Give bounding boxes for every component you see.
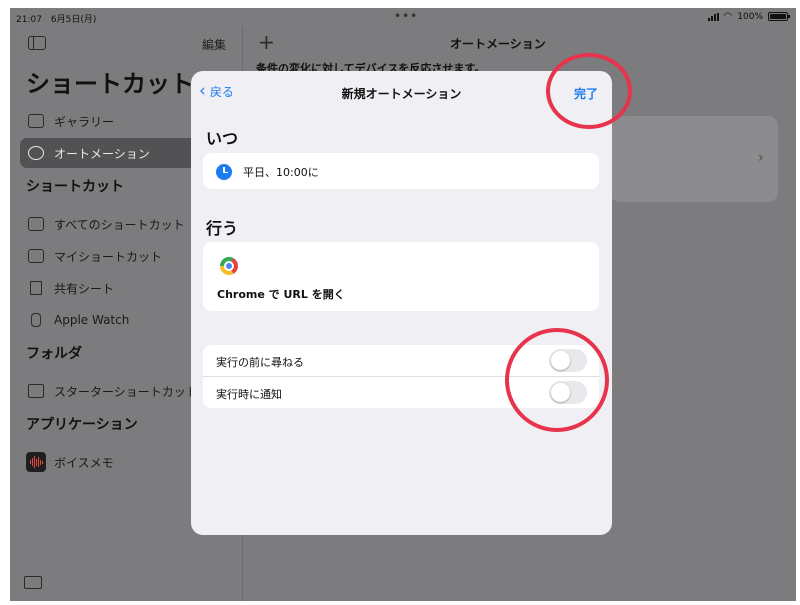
folder-icon — [28, 384, 44, 398]
wifi-icon: ◠ — [723, 11, 733, 22]
sidebar-title: ショートカット — [26, 70, 194, 98]
sidebar-item-label: Apple Watch — [54, 313, 130, 327]
action-label: Chrome で URL を開く — [217, 288, 345, 301]
status-time: 21:07 6月5日(月) — [16, 15, 97, 25]
battery-icon — [768, 12, 790, 21]
battery-percent: 100% — [737, 11, 763, 22]
chrome-icon — [220, 257, 238, 275]
person-stack-icon — [28, 249, 44, 263]
automation-card[interactable] — [610, 116, 778, 202]
sidebar-item-label: ボイスメモ — [54, 455, 114, 470]
ipad-screen: 21:07 6月5日(月) ••• ◠ 100% 編集 ショートカット ギャラリ… — [10, 8, 796, 601]
sidebar-item-label: スターターショートカット — [54, 384, 198, 399]
cellular-signal-icon — [707, 12, 719, 21]
status-bar: 21:07 6月5日(月) ••• ◠ 100% — [10, 8, 796, 26]
trigger-card[interactable]: 平日、10:00に — [203, 153, 599, 189]
sheet-title: 新規オートメーション — [341, 87, 462, 101]
voice-memos-app-icon — [26, 452, 46, 472]
sidebar-item-label: ギャラリー — [54, 114, 115, 129]
watch-icon — [31, 313, 41, 327]
new-automation-sheet: ‹ 戻る 新規オートメーション 完了 いつ 平日、10:00に 行う Chrom… — [191, 71, 612, 535]
done-button[interactable]: 完了 — [574, 85, 598, 102]
notify-when-run-row: 実行時に通知 — [203, 377, 599, 408]
main-title: オートメーション — [450, 37, 546, 51]
ask-before-running-toggle[interactable] — [549, 349, 587, 372]
sidebar-item-label: 共有シート — [54, 281, 115, 296]
stack-icon — [28, 217, 44, 231]
section-shortcuts-heading: ショートカット — [26, 179, 124, 195]
notify-when-run-label: 実行時に通知 — [216, 388, 282, 401]
notify-when-run-toggle[interactable] — [549, 381, 587, 404]
ask-before-running-label: 実行の前に尋ねる — [216, 356, 304, 369]
edit-button[interactable]: 編集 — [202, 36, 226, 53]
action-card[interactable]: Chrome で URL を開く — [203, 242, 599, 311]
sidebar-item-label: すべてのショートカット — [54, 217, 185, 232]
section-folders-heading: フォルダ — [26, 346, 82, 362]
section-apps-heading: アプリケーション — [26, 417, 138, 433]
trigger-value: 平日、10:00に — [243, 166, 319, 179]
sidebar-toggle-icon[interactable] — [28, 36, 46, 50]
when-header: いつ — [206, 129, 239, 148]
new-folder-icon[interactable] — [24, 576, 42, 589]
sidebar-item-label: オートメーション — [54, 146, 150, 161]
sidebar-item-label: マイショートカット — [54, 249, 163, 264]
clock-icon — [216, 164, 232, 180]
chevron-right-icon: › — [758, 150, 764, 166]
multitasking-dots[interactable]: ••• — [394, 9, 418, 23]
clock-icon — [28, 146, 44, 160]
ask-before-running-row: 実行の前に尋ねる — [203, 345, 599, 376]
do-header: 行う — [206, 219, 239, 238]
status-right: ◠ 100% — [707, 11, 790, 22]
share-icon — [30, 281, 42, 295]
add-automation-icon[interactable]: + — [258, 32, 275, 52]
gallery-icon — [28, 114, 44, 128]
